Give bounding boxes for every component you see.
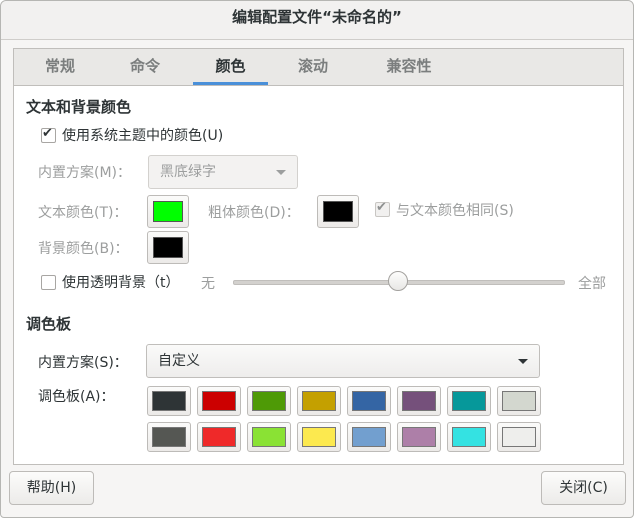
palette-color-button[interactable] [497,422,541,452]
palette-color-button[interactable] [297,422,341,452]
palette-color-button[interactable] [297,386,341,416]
palette-heading: 调色板 [26,315,72,333]
same-as-text-label[interactable]: 与文本颜色相同(S) [396,200,514,220]
palette-color-button[interactable] [197,386,241,416]
palette-color-button[interactable] [447,422,491,452]
palette-color-swatch [202,427,236,447]
palette-color-swatch [502,391,536,411]
palette-color-swatch [302,391,336,411]
transparent-bg-label[interactable]: 使用透明背景（t） [62,272,180,292]
builtin-scheme-combo[interactable]: 黑底绿字 [148,155,298,189]
title-bar[interactable]: 编辑配置文件“未命名的” [1,1,633,40]
palette-color-swatch [352,391,386,411]
palette-color-button[interactable] [397,422,441,452]
chevron-down-icon [276,170,286,175]
palette-color-button[interactable] [397,386,441,416]
palette-color-swatch [402,427,436,447]
text-bg-heading: 文本和背景颜色 [26,98,132,116]
palette-color-swatch [452,427,486,447]
palette-color-swatch [402,391,436,411]
profile-dialog: 编辑配置文件“未命名的” 常规 命令 颜色 滚动 兼容性 文本和背景颜色 使用系… [0,0,634,518]
tab-bar: 常规 命令 颜色 滚动 兼容性 [14,49,623,86]
slider-max-label: 全部 [578,276,606,292]
tab-general[interactable]: 常规 [29,49,91,83]
palette-color-swatch [152,391,186,411]
palette-scheme-combo[interactable]: 自定义 [146,344,540,378]
chevron-down-icon [518,359,528,364]
palette-scheme-label: 内置方案(S)： [38,355,128,371]
use-theme-checkbox[interactable] [41,126,56,143]
dialog-title: 编辑配置文件“未命名的” [232,8,402,26]
slider-min-label: 无 [201,276,215,292]
transparency-slider-knob[interactable] [388,271,408,291]
palette-color-swatch [452,391,486,411]
tab-colors[interactable]: 颜色 [193,49,268,85]
tab-command[interactable]: 命令 [114,49,176,83]
text-color-swatch [153,201,183,222]
palette-color-button[interactable] [447,386,491,416]
tab-scrolling[interactable]: 滚动 [282,49,344,83]
use-theme-label[interactable]: 使用系统主题中的颜色(U) [62,125,223,145]
palette-color-button[interactable] [497,386,541,416]
close-button[interactable]: 关闭(C) [541,471,626,505]
palette-color-swatch [252,427,286,447]
bg-color-swatch [153,237,183,258]
palette-color-swatch [352,427,386,447]
help-button[interactable]: 帮助(H) [9,471,94,505]
palette-color-button[interactable] [347,422,391,452]
builtin-scheme-label: 内置方案(M)： [38,165,132,181]
bg-color-button[interactable] [147,231,189,264]
palette-color-swatch [202,391,236,411]
palette-color-button[interactable] [347,386,391,416]
palette-color-button[interactable] [147,386,191,416]
palette-color-swatch [302,427,336,447]
palette-scheme-value: 自定义 [158,353,200,369]
bg-color-label: 背景颜色(B)： [38,241,129,257]
palette-color-button[interactable] [197,422,241,452]
builtin-scheme-value: 黑底绿字 [160,164,216,180]
tab-compatibility[interactable]: 兼容性 [369,49,449,83]
palette-color-swatch [252,391,286,411]
bold-color-label: 粗体颜色(D)： [208,205,300,221]
bold-color-button[interactable] [317,195,359,228]
palette-color-button[interactable] [247,422,291,452]
same-as-text-checkbox[interactable] [375,200,390,217]
palette-color-button[interactable] [147,422,191,452]
palette-color-swatch [502,427,536,447]
palette-color-swatch [152,427,186,447]
palette-color-button[interactable] [247,386,291,416]
palette-label: 调色板(A)： [38,389,115,405]
text-color-label: 文本颜色(T)： [38,205,128,221]
transparent-bg-checkbox[interactable] [41,275,56,290]
text-color-button[interactable] [147,195,189,228]
bold-color-swatch [323,201,353,222]
